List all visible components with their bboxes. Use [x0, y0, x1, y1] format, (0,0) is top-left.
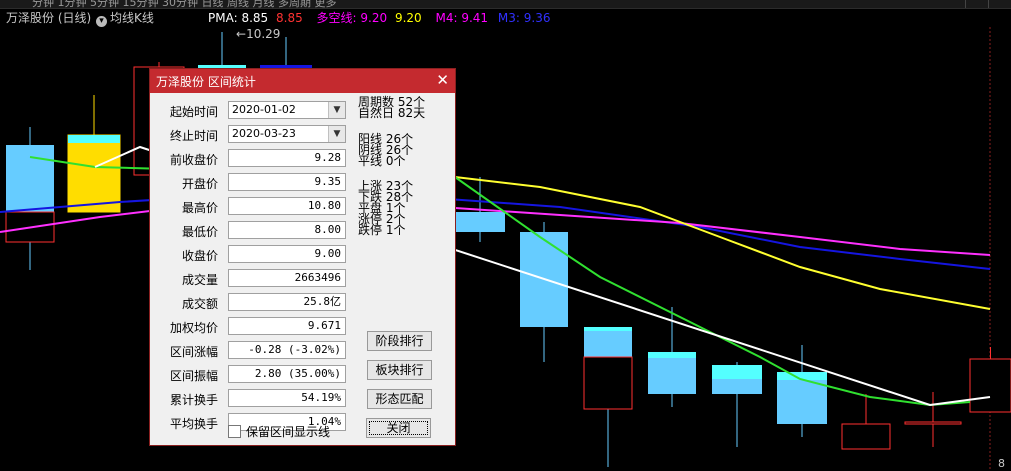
row-amplitude: 区间振幅 2.80 (35.00%) [150, 365, 346, 385]
chevron-down-icon[interactable]: ▼ [328, 126, 345, 142]
candle-body [455, 212, 505, 232]
candle-body [648, 352, 696, 394]
close-field: 9.00 [228, 245, 346, 263]
candle-body [969, 358, 1011, 413]
sector-rank-button[interactable]: 板块排行 [367, 360, 432, 380]
window-button[interactable] [965, 0, 988, 8]
ma-legend: PMA: 8.85 8.85 多空线: 9.20 9.20 M4: 9.41 M… [208, 9, 550, 27]
checkbox[interactable] [228, 425, 241, 438]
kline-label: 均线K线 [110, 11, 154, 25]
row-close: 收盘价 9.00 [150, 245, 346, 265]
row-low: 最低价 8.00 [150, 221, 346, 241]
candle-body [841, 423, 891, 450]
dialog-titlebar[interactable]: 万泽股份 区间统计 ✕ [150, 69, 455, 93]
axis-label: 8 [998, 457, 1005, 470]
candle-cap [584, 327, 632, 331]
indicator-bar: 万泽股份 (日线) ▾ 均线K线 PMA: 8.85 8.85 多空线: 9.20… [0, 9, 1011, 27]
end-date-picker[interactable]: 2020-03-23 ▼ [228, 125, 346, 143]
change-stats: 上涨 23个 下跌 28个 平盘 1个 涨停 2个 跌停 1个 [358, 179, 414, 237]
prev-close-field: 9.28 [228, 149, 346, 167]
keep-range-line-checkbox[interactable]: 保留区间显示线 [228, 423, 330, 440]
pma-label: PMA: 8.85 [208, 11, 269, 25]
range-stats-dialog: 万泽股份 区间统计 ✕ 起始时间 2020-01-02 ▼ 终止时间 2020-03-… [149, 68, 456, 446]
row-vwap: 加权均价 9.671 [150, 317, 346, 337]
row-amount: 成交额 25.8亿 [150, 293, 346, 313]
chevron-down-icon[interactable]: ▾ [96, 16, 107, 27]
close-button[interactable]: 关闭 [366, 418, 431, 438]
dk-value: 9.20 [394, 11, 422, 25]
pattern-match-button[interactable]: 形态匹配 [367, 389, 432, 409]
volume-field: 2663496 [228, 269, 346, 287]
row-total-turnover: 累计换手 54.19% [150, 389, 346, 409]
dk-label: 多空线: 9.20 [316, 11, 388, 25]
checkbox-label: 保留区间显示线 [246, 425, 331, 439]
amplitude-field: 2.80 (35.00%) [228, 365, 346, 383]
candle-cap [712, 365, 762, 379]
m4-label: M4: 9.41 [435, 11, 489, 25]
open-field: 9.35 [228, 173, 346, 191]
amount-field: 25.8亿 [228, 293, 346, 311]
row-open: 开盘价 9.35 [150, 173, 346, 193]
row-start-time: 起始时间 2020-01-02 ▼ [150, 101, 346, 121]
candle-stats: 阳线 26个 阴线 26个 平线 0个 [358, 132, 414, 168]
candle-cap [648, 352, 696, 358]
row-volume: 成交量 2663496 [150, 269, 346, 289]
total-turnover-field: 54.19% [228, 389, 346, 407]
stock-title: 万泽股份 (日线) [6, 11, 92, 25]
period-tabs[interactable]: 分钟 1分钟 5分钟 15分钟 30分钟 日线 周线 月线 多周期 更多 [32, 0, 336, 8]
candle-body-lower [583, 356, 633, 410]
candle-cap [68, 135, 120, 143]
vwap-field: 9.671 [228, 317, 346, 335]
row-high: 最高价 10.80 [150, 197, 346, 217]
window-button[interactable] [988, 0, 1011, 8]
row-end-time: 终止时间 2020-03-23 ▼ [150, 125, 346, 145]
change-field: -0.28 (-3.02%) [228, 341, 346, 359]
row-prev-close: 前收盘价 9.28 [150, 149, 346, 169]
m3-label: M3: 9.36 [497, 11, 551, 25]
low-field: 8.00 [228, 221, 346, 239]
start-date-picker[interactable]: 2020-01-02 ▼ [228, 101, 346, 119]
high-field: 10.80 [228, 197, 346, 215]
close-icon[interactable]: ✕ [436, 71, 449, 89]
chevron-down-icon[interactable]: ▼ [328, 102, 345, 118]
high-price-label: ←10.29 [236, 27, 281, 41]
candle-body [904, 421, 962, 425]
kline-selector[interactable]: ▾ 均线K线 [96, 9, 154, 27]
stage-rank-button[interactable]: 阶段排行 [367, 331, 432, 351]
pma-value: 8.85 [276, 11, 303, 25]
dialog-title: 万泽股份 区间统计 [156, 75, 256, 89]
period-stats: 周期数 52个 自然日 82天 [358, 95, 426, 120]
period-toolbar: 分钟 1分钟 5分钟 15分钟 30分钟 日线 周线 月线 多周期 更多 [0, 0, 1011, 9]
row-change: 区间涨幅 -0.28 (-3.02%) [150, 341, 346, 361]
candle-body [67, 134, 121, 213]
